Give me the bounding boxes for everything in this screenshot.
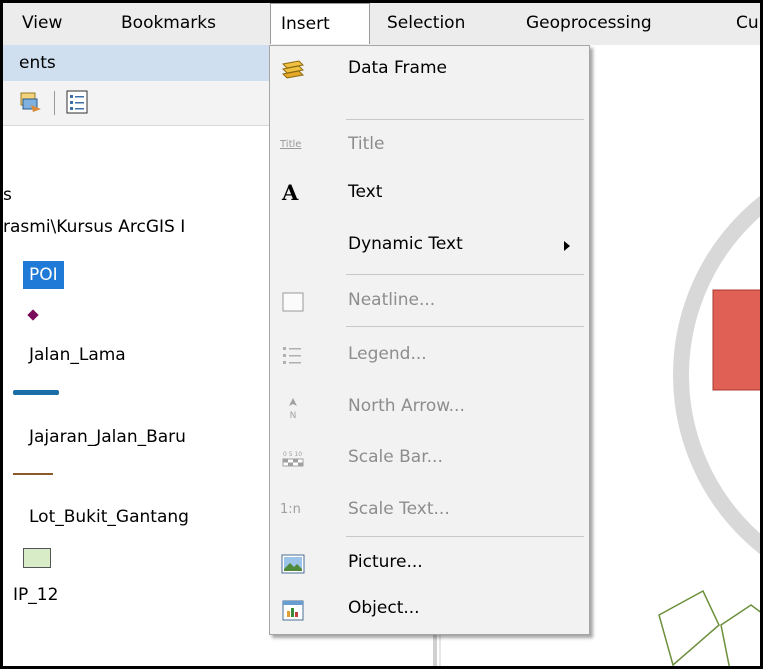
menu-item-text[interactable]: A Text	[270, 170, 589, 218]
toc-layers-group[interactable]: s	[3, 185, 12, 205]
menu-separator	[346, 119, 584, 120]
neatline-icon	[280, 290, 306, 314]
toc-layer-jajaran-jalan-baru[interactable]: Jajaran_Jalan_Baru	[29, 427, 186, 447]
menu-item-north-arrow[interactable]: N North Arrow...	[270, 384, 589, 432]
menu-item-dynamic-text[interactable]: Dynamic Text	[270, 222, 589, 270]
parcel-polygon	[658, 589, 720, 666]
menu-separator	[346, 536, 584, 537]
object-icon	[280, 598, 306, 622]
menu-item-data-frame[interactable]: Data Frame	[270, 46, 589, 94]
menu-separator	[346, 274, 584, 275]
data-frame-icon	[280, 58, 306, 82]
menu-bar: View Bookmarks Insert Selection Geoproce…	[3, 3, 760, 45]
text-icon: A	[282, 180, 299, 205]
menu-bookmarks[interactable]: Bookmarks	[121, 3, 216, 43]
toc-layer-poi[interactable]: POI	[23, 261, 64, 289]
lot-symbol-icon	[23, 548, 51, 568]
menu-selection[interactable]: Selection	[387, 3, 465, 43]
north-glyph: N	[290, 411, 297, 420]
toc-layer-jalan-lama[interactable]: Jalan_Lama	[29, 345, 126, 365]
submenu-arrow-icon	[564, 241, 570, 251]
menu-item-object[interactable]: Object...	[270, 586, 589, 634]
menu-item-picture[interactable]: Picture...	[270, 540, 589, 588]
jalan-lama-symbol-icon	[13, 390, 59, 395]
list-by-selection-icon[interactable]	[66, 90, 88, 114]
menu-geoprocessing[interactable]: Geoprocessing	[526, 3, 652, 43]
app-window: View Bookmarks Insert Selection Geoproce…	[0, 0, 763, 669]
scale-bar-icon: 0 5 10	[280, 447, 306, 471]
scale-bar-ticks-glyph: 0 5 10	[283, 451, 302, 458]
menu-item-legend[interactable]: Legend...	[270, 332, 589, 380]
toc-layer-lot-bukit-gantang[interactable]: Lot_Bukit_Gantang	[29, 507, 189, 527]
insert-menu-dropdown: Data Frame Title Title A Text Dynamic Te…	[269, 45, 590, 635]
menu-customize[interactable]: Cu	[736, 3, 759, 43]
menu-insert[interactable]: Insert	[270, 3, 370, 44]
menu-separator	[346, 326, 584, 327]
toc-source-path[interactable]: rasmi\Kursus ArcGIS I	[3, 217, 185, 237]
menu-item-neatline[interactable]: Neatline...	[270, 278, 589, 326]
list-by-source-icon[interactable]	[19, 91, 43, 113]
parcel-polygon-2	[720, 604, 760, 666]
title-icon: Title	[280, 139, 302, 150]
north-arrow-icon: N	[280, 396, 306, 421]
toc-title: ents	[19, 53, 56, 73]
map-red-feature	[712, 289, 760, 391]
toc-layer-ip12[interactable]: IP_12	[13, 585, 58, 605]
menu-item-title[interactable]: Title Title	[270, 122, 589, 170]
legend-icon	[280, 344, 306, 368]
scale-text-icon: 1:n	[280, 502, 301, 517]
toolbar-separator	[54, 91, 55, 115]
poi-symbol-icon	[27, 309, 39, 321]
menu-item-scale-bar[interactable]: 0 5 10 Scale Bar...	[270, 435, 589, 483]
picture-icon	[280, 552, 306, 576]
jajaran-symbol-icon	[13, 473, 53, 475]
menu-view[interactable]: View	[22, 3, 62, 43]
menu-item-scale-text[interactable]: 1:n Scale Text...	[270, 487, 589, 535]
